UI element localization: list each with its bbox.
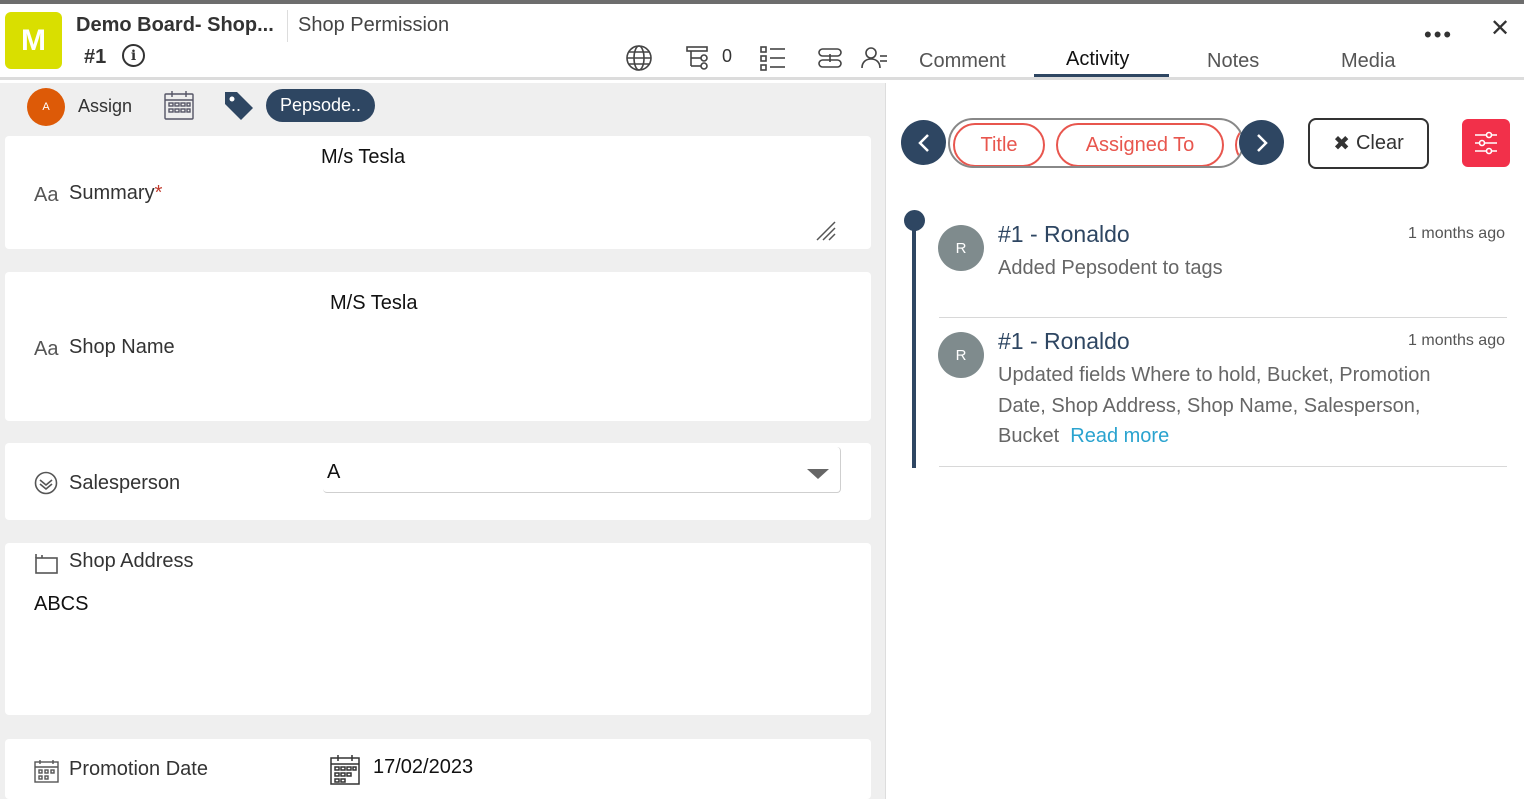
timeline-line <box>912 220 916 468</box>
activity-text: Added Pepsodent to tags <box>998 257 1223 279</box>
salesperson-value: A <box>327 461 341 483</box>
tab-activity[interactable]: Activity <box>1066 48 1129 71</box>
required-mark: * <box>154 182 163 204</box>
board-logo: M <box>5 12 62 69</box>
list-name[interactable]: Shop Permission <box>298 14 449 37</box>
subtask-icon[interactable] <box>685 44 713 72</box>
activity-item: R #1 - Ronaldo 1 months ago Updated fiel… <box>937 328 1505 466</box>
promotion-date-label: Promotion Date <box>69 758 208 780</box>
calendar-icon <box>34 760 59 783</box>
activity-item: R #1 - Ronaldo 1 months ago Added Pepsod… <box>937 221 1505 317</box>
read-more-link[interactable]: Read more <box>1070 425 1169 447</box>
activity-title: #1 - Ronaldo <box>998 328 1130 354</box>
salesperson-field: Salesperson A <box>5 443 871 520</box>
filter-settings-button[interactable] <box>1462 119 1510 167</box>
chevron-right-icon <box>1256 133 1268 152</box>
board-title[interactable]: Demo Board- Shop... <box>76 14 274 37</box>
tab-media[interactable]: Media <box>1341 50 1395 73</box>
salesperson-select[interactable]: A <box>323 447 841 493</box>
filter-chip-assigned-to[interactable]: Assigned To <box>1056 123 1224 166</box>
avatar: R <box>938 332 984 378</box>
card-header: M Demo Board- Shop... Shop Permission #1… <box>0 4 1524 80</box>
scroll-left-button[interactable] <box>901 120 946 165</box>
activity-description: Updated fields Where to hold, Bucket, Pr… <box>998 360 1478 452</box>
tab-notes[interactable]: Notes <box>1207 50 1259 73</box>
clear-filters-button[interactable]: ✖ Clear <box>1308 118 1429 169</box>
sliders-icon <box>1475 131 1497 155</box>
info-icon[interactable]: i <box>122 44 145 67</box>
salesperson-label: Salesperson <box>69 472 181 494</box>
scroll-right-button[interactable] <box>1239 120 1284 165</box>
activity-description: Added Pepsodent to tags <box>998 253 1478 284</box>
text-field-icon: Aa <box>34 338 59 360</box>
summary-field: M/s Tesla Aa Summary* <box>5 136 871 249</box>
shop-name-label: Shop Name <box>69 336 175 358</box>
card-id: #1 <box>84 46 107 68</box>
more-icon[interactable]: ••• <box>1424 22 1453 48</box>
date-picker-icon[interactable] <box>329 753 361 785</box>
address-field-icon <box>35 554 58 574</box>
due-date-icon[interactable] <box>163 89 195 121</box>
link-icon[interactable] <box>816 44 844 72</box>
shop-name-field: M/S Tesla Aa Shop Name <box>5 272 871 421</box>
promotion-date-field: Promotion Date 17/02/2023 <box>5 739 871 799</box>
shop-name-value[interactable]: M/S Tesla <box>330 292 417 315</box>
shop-address-value[interactable]: ABCS <box>34 593 88 616</box>
filter-chip-strip: Title Assigned To <box>948 118 1244 168</box>
checklist-icon[interactable] <box>759 44 787 72</box>
close-icon[interactable]: ✕ <box>1490 14 1510 43</box>
timeline-dot <box>904 210 925 231</box>
clear-label: Clear <box>1355 132 1404 154</box>
close-icon: ✖ <box>1333 133 1350 155</box>
tab-comment[interactable]: Comment <box>919 50 1006 73</box>
globe-icon[interactable] <box>625 44 653 72</box>
activity-title: #1 - Ronaldo <box>998 221 1130 247</box>
activity-panel: Title Assigned To ✖ Clear R #1 - Ronaldo… <box>887 83 1524 799</box>
shop-address-label: Shop Address <box>69 550 194 572</box>
active-tab-indicator <box>1034 74 1169 77</box>
text-field-icon: Aa <box>34 184 59 206</box>
tag-icon[interactable] <box>222 89 256 123</box>
activity-text: Updated fields Where to hold, Bucket, Pr… <box>998 364 1431 447</box>
promotion-date-value[interactable]: 17/02/2023 <box>373 756 473 779</box>
activity-divider <box>939 317 1507 318</box>
avatar[interactable]: A <box>27 88 65 126</box>
watchers-icon[interactable] <box>860 44 888 72</box>
chevron-left-icon <box>917 133 929 152</box>
subtask-count: 0 <box>722 46 733 66</box>
summary-label: Summary* <box>69 182 163 204</box>
avatar: R <box>938 225 984 271</box>
activity-time: 1 months ago <box>1408 225 1505 242</box>
activity-time: 1 months ago <box>1408 332 1505 349</box>
card-fields-panel: A Assign Pepsode.. M/s Tesla Aa Summary*… <box>0 83 886 799</box>
dropdown-field-icon <box>34 471 58 495</box>
resize-handle-icon[interactable] <box>815 220 837 242</box>
filter-chip-title[interactable]: Title <box>953 123 1045 166</box>
activity-divider <box>939 466 1507 467</box>
assign-button[interactable]: Assign <box>78 96 132 117</box>
chevron-down-icon[interactable] <box>807 469 829 479</box>
summary-value[interactable]: M/s Tesla <box>321 146 405 169</box>
tag-badge[interactable]: Pepsode.. <box>266 89 375 122</box>
shop-address-field: Shop Address ABCS <box>5 543 871 715</box>
title-divider <box>287 10 288 42</box>
